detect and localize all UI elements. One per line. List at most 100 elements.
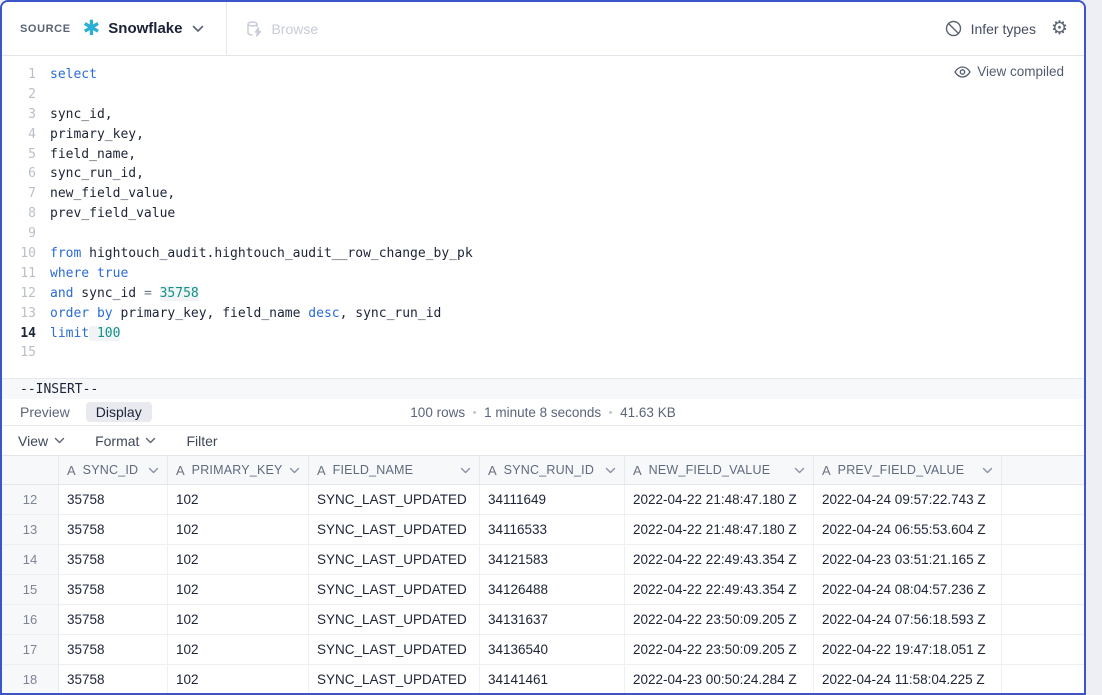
table-cell[interactable]: 2022-04-23 03:51:21.165 Z [814,545,1002,574]
table-cell[interactable]: SYNC_LAST_UPDATED [309,545,480,574]
column-menu-chevron-icon[interactable] [148,467,159,474]
column-header-prev_field_value[interactable]: APREV_FIELD_VALUE [814,456,1002,484]
sql-editor[interactable]: 1select23sync_id,4primary_key,5field_nam… [2,56,1084,378]
source-chevron-down-icon[interactable] [192,25,204,33]
table-row[interactable]: 1535758102SYNC_LAST_UPDATED341264882022-… [2,575,1084,605]
table-row[interactable]: 1235758102SYNC_LAST_UPDATED341116492022-… [2,485,1084,515]
code-line[interactable]: 8prev_field_value [2,204,1084,224]
table-cell[interactable]: SYNC_LAST_UPDATED [309,635,480,664]
tab-display[interactable]: Display [86,402,152,422]
table-cell[interactable]: SYNC_LAST_UPDATED [309,665,480,693]
code-line[interactable]: 2 [2,85,1084,105]
code-line[interactable]: 15 [2,343,1084,363]
code-line[interactable]: 14limit 100 [2,324,1084,344]
table-cell[interactable]: 35758 [59,545,168,574]
column-menu-chevron-icon[interactable] [460,467,471,474]
toolbar-filter-button[interactable]: Filter [186,433,217,449]
code-line[interactable]: 1select [2,65,1084,85]
table-cell[interactable]: 2022-04-22 23:50:09.205 Z [625,605,814,634]
toolbar-format-button[interactable]: Format [95,433,156,449]
table-cell[interactable]: 35758 [59,665,168,693]
toolbar-item-label: View [18,433,48,449]
gear-icon[interactable]: ⚙ [1051,19,1068,38]
column-header-field_name[interactable]: AFIELD_NAME [309,456,480,484]
code-line[interactable]: 6sync_run_id, [2,164,1084,184]
code-text: limit 100 [50,324,120,344]
code-line[interactable]: 4primary_key, [2,125,1084,145]
table-row[interactable]: 1635758102SYNC_LAST_UPDATED341316372022-… [2,605,1084,635]
column-header-sync_id[interactable]: ASYNC_ID [59,456,168,484]
table-cell[interactable]: 35758 [59,605,168,634]
table-row[interactable]: 1735758102SYNC_LAST_UPDATED341365402022-… [2,635,1084,665]
table-cell[interactable]: 34111649 [480,485,625,514]
column-menu-chevron-icon[interactable] [794,467,805,474]
table-cell[interactable]: 2022-04-22 21:48:47.180 Z [625,485,814,514]
results-grid: ASYNC_IDAPRIMARY_KEYAFIELD_NAMEASYNC_RUN… [2,456,1084,693]
code-line[interactable]: 3sync_id, [2,105,1084,125]
code-text: new_field_value, [50,184,175,204]
code-token: sync_run_id, [50,166,144,181]
table-cell[interactable]: 34126488 [480,575,625,604]
code-line[interactable]: 5field_name, [2,145,1084,165]
table-cell[interactable]: 102 [168,635,309,664]
column-header-primary_key[interactable]: APRIMARY_KEY [168,456,309,484]
code-text: field_name, [50,145,136,165]
table-cell[interactable]: 35758 [59,485,168,514]
table-cell[interactable]: 35758 [59,575,168,604]
row-number: 17 [2,635,59,664]
table-cell[interactable]: 34131637 [480,605,625,634]
code-line[interactable]: 11where true [2,264,1084,284]
table-cell[interactable]: 102 [168,485,309,514]
table-cell[interactable]: 2022-04-24 09:57:22.743 Z [814,485,1002,514]
column-header-sync_run_id[interactable]: ASYNC_RUN_ID [480,456,625,484]
table-cell[interactable]: 102 [168,545,309,574]
code-text: sync_id, [50,105,113,125]
table-cell[interactable]: 35758 [59,515,168,544]
table-cell[interactable]: 2022-04-24 08:04:57.236 Z [814,575,1002,604]
table-cell[interactable]: SYNC_LAST_UPDATED [309,485,480,514]
browse-button[interactable]: Browse [245,20,318,38]
code-line[interactable]: 7new_field_value, [2,184,1084,204]
column-menu-chevron-icon[interactable] [289,467,300,474]
no-symbol-icon[interactable] [945,20,962,37]
table-row[interactable]: 1835758102SYNC_LAST_UPDATED341414612022-… [2,665,1084,693]
chevron-down-icon [145,437,156,444]
code-line[interactable]: 13order by primary_key, field_name desc,… [2,304,1084,324]
column-menu-chevron-icon[interactable] [605,467,616,474]
table-row[interactable]: 1435758102SYNC_LAST_UPDATED341215832022-… [2,545,1084,575]
table-cell[interactable]: 2022-04-22 23:50:09.205 Z [625,635,814,664]
table-cell[interactable]: 102 [168,515,309,544]
code-line[interactable]: 9 [2,224,1084,244]
table-cell[interactable]: 34121583 [480,545,625,574]
tab-preview[interactable]: Preview [10,402,80,422]
view-compiled-button[interactable]: View compiled [954,64,1064,79]
table-cell[interactable]: 2022-04-23 00:50:24.284 Z [625,665,814,693]
table-cell[interactable]: SYNC_LAST_UPDATED [309,515,480,544]
table-cell[interactable]: 34136540 [480,635,625,664]
table-cell[interactable]: 2022-04-22 19:47:18.051 Z [814,635,1002,664]
code-line[interactable]: 10from hightouch_audit.hightouch_audit__… [2,244,1084,264]
code-line[interactable]: 12and sync_id = 35758 [2,284,1084,304]
table-cell[interactable]: 35758 [59,635,168,664]
toolbar-view-button[interactable]: View [18,433,65,449]
table-cell[interactable]: 34116533 [480,515,625,544]
results-toolbar: View Format Filter [2,426,1084,456]
infer-types-label[interactable]: Infer types [971,21,1036,37]
table-cell[interactable]: 2022-04-22 22:49:43.354 Z [625,545,814,574]
table-cell[interactable]: 2022-04-22 22:49:43.354 Z [625,575,814,604]
table-cell[interactable]: 2022-04-24 07:56:18.593 Z [814,605,1002,634]
table-row[interactable]: 1335758102SYNC_LAST_UPDATED341165332022-… [2,515,1084,545]
table-cell[interactable]: SYNC_LAST_UPDATED [309,575,480,604]
column-header-new_field_value[interactable]: ANEW_FIELD_VALUE [625,456,814,484]
table-cell[interactable]: 102 [168,665,309,693]
table-cell[interactable]: 102 [168,575,309,604]
table-cell[interactable]: 2022-04-24 06:55:53.604 Z [814,515,1002,544]
table-cell[interactable]: 34141461 [480,665,625,693]
code-token: hightouch_audit.hightouch_audit__row_cha… [81,246,472,261]
table-cell[interactable]: 2022-04-22 21:48:47.180 Z [625,515,814,544]
table-cell[interactable]: 102 [168,605,309,634]
table-cell[interactable]: 2022-04-24 11:58:04.225 Z [814,665,1002,693]
table-cell[interactable]: SYNC_LAST_UPDATED [309,605,480,634]
column-header-label: SYNC_RUN_ID [504,463,594,477]
column-menu-chevron-icon[interactable] [982,467,993,474]
